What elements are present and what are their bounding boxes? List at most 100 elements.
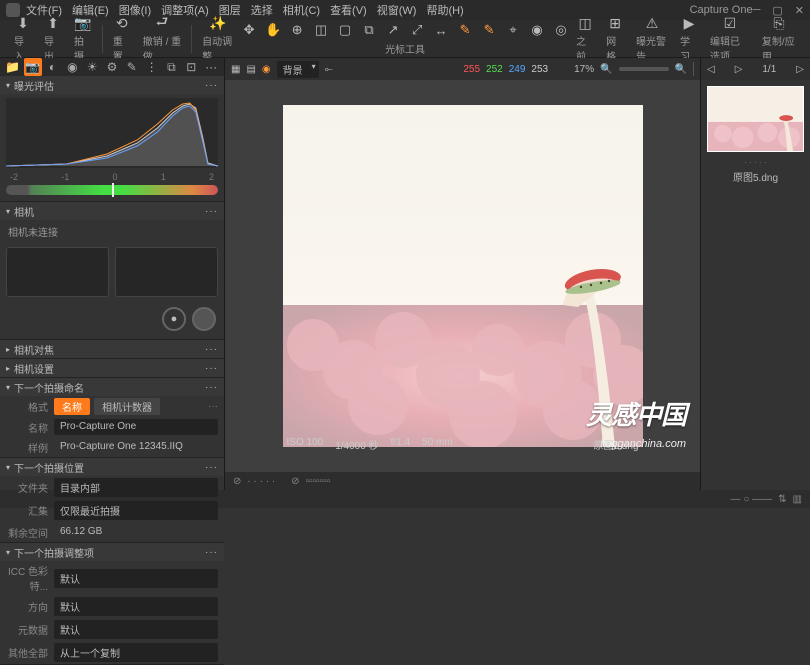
panel-menu[interactable]: ··· [205, 547, 218, 558]
tool-keystone[interactable]: ↗ [384, 21, 402, 39]
copy-apply-button[interactable]: ⎘复制/应用 [756, 14, 802, 63]
camera-status: 相机未连接 [0, 220, 224, 243]
tool-erase[interactable]: ✎ [480, 21, 498, 39]
browser-play-icon[interactable]: ▷ [735, 64, 743, 75]
tool-rect[interactable]: ▢ [336, 21, 354, 39]
view-single-icon[interactable]: ▦ [231, 64, 240, 75]
rating-none-icon[interactable]: ⊘ [233, 476, 241, 487]
thumb-rating[interactable]: · · · · · [701, 158, 810, 167]
tab-batch[interactable]: ⊡ [182, 58, 200, 76]
learn-button[interactable]: ▶学习 [674, 14, 704, 63]
token-counter[interactable]: 相机计数器 [94, 398, 160, 415]
tab-library[interactable]: 📁 [4, 58, 22, 76]
import-button[interactable]: ⬇导入 [8, 14, 38, 63]
histogram-title: 曝光评估 [14, 78, 54, 93]
menu-camera[interactable]: 相机(C) [283, 2, 320, 18]
import-icon: ⬇ [14, 14, 32, 32]
export-icon: ⬆ [44, 14, 62, 32]
tool-move[interactable]: ✥ [240, 21, 258, 39]
name-input[interactable]: Pro-Capture One [54, 419, 218, 435]
icc-select[interactable]: 默认 [54, 569, 218, 588]
other-select[interactable]: 从上一个复制 [54, 643, 218, 662]
camera-title: 相机 [14, 204, 34, 219]
pin-icon[interactable]: ⟜ [325, 64, 333, 75]
grid-button[interactable]: ⊞网格 [600, 14, 630, 63]
browser-sort-icon[interactable]: ⇅ [778, 494, 786, 505]
copy-icon: ⎘ [770, 14, 788, 32]
browser-next-icon[interactable]: ▷ [796, 64, 804, 75]
panel-menu[interactable]: ··· [205, 344, 218, 355]
tab-metadata[interactable]: ⋮ [143, 58, 161, 76]
exposure-meter[interactable] [6, 185, 218, 195]
tool-picker[interactable]: ⌖ [504, 21, 522, 39]
edit-selected-button[interactable]: ☑编辑已选项 [704, 14, 756, 63]
zoom-out-icon[interactable]: 🔍 [600, 64, 612, 75]
tab-lens[interactable]: ◐ [44, 58, 62, 76]
zoom-in-icon[interactable]: 🔍 [675, 64, 687, 75]
thumbnail[interactable] [707, 86, 804, 152]
capture-button[interactable]: 📷拍摄 [68, 14, 98, 63]
shutter-button[interactable] [192, 307, 216, 331]
check-icon: ☑ [721, 14, 739, 32]
zoom-slider[interactable] [619, 67, 669, 71]
before-button[interactable]: ◫之前 [570, 14, 600, 63]
orientation-select[interactable]: 默认 [54, 597, 218, 616]
panel-menu[interactable]: ··· [205, 80, 218, 91]
panel-menu[interactable]: ··· [205, 462, 218, 473]
warning-button[interactable]: ⚠曝光警告 [630, 14, 674, 63]
undo-redo-button[interactable]: ⮐撤销 / 重做 [137, 14, 188, 63]
menu-window[interactable]: 视窗(W) [377, 2, 417, 18]
grid-icon: ⊞ [606, 14, 624, 32]
tool-mask[interactable]: ⧉ [360, 21, 378, 39]
cursor-tools: ✥ ✋ ⊕ ◫ ▢ ⧉ ↗ ⤢ ↔ ✎ ✎ ⌖ ◉ ◎ [240, 21, 570, 39]
auto-adjust-button[interactable]: ✨自动调整 [196, 14, 240, 63]
thumb-size-slider[interactable]: — ○ —— [731, 494, 773, 505]
view-multi-icon[interactable]: ▤ [246, 64, 255, 75]
tabs-menu[interactable]: ··· [202, 58, 220, 76]
tool-hand[interactable]: ✋ [264, 21, 282, 39]
browser-layout-icon[interactable]: ▥ [793, 494, 802, 505]
browser-prev-icon[interactable]: ◁ [707, 64, 715, 75]
tab-output[interactable]: ⧉ [163, 58, 181, 76]
token-name[interactable]: 名称 [54, 398, 90, 415]
tool-annotate[interactable]: ◎ [552, 21, 570, 39]
tab-color[interactable]: ◉ [63, 58, 81, 76]
tool-zoom[interactable]: ⊕ [288, 21, 306, 39]
color-tags[interactable]: ▫▫▫▫▫▫▫ [306, 476, 331, 487]
background-select[interactable]: 背景 [277, 61, 319, 78]
tool-tabs: 📁 📷 ◐ ◉ ☀ ⚙ ✎ ⋮ ⧉ ⊡ ··· [0, 58, 224, 76]
menu-help[interactable]: 帮助(H) [426, 2, 463, 18]
panel-menu[interactable]: ··· [205, 206, 218, 217]
collection-select[interactable]: 仅限最近拍摄 [54, 501, 218, 520]
tool-spot[interactable]: ↔ [432, 21, 450, 39]
metadata-select[interactable]: 默认 [54, 620, 218, 639]
rating-stars[interactable]: · · · · · [247, 476, 275, 487]
panel-menu[interactable]: ··· [205, 363, 218, 374]
adjust-title: 下一个拍摄调整项 [14, 545, 94, 560]
cursor-tools-label: 光标工具 [385, 41, 425, 56]
tab-styles[interactable]: ✎ [123, 58, 141, 76]
histogram [6, 98, 218, 168]
tab-capture[interactable]: 📷 [24, 58, 42, 76]
tool-brush[interactable]: ✎ [456, 21, 474, 39]
panel-menu[interactable]: ··· [205, 382, 218, 393]
tool-rotate[interactable]: ⤢ [408, 21, 426, 39]
color-tag-none-icon[interactable]: ⊘ [291, 476, 299, 487]
folder-select[interactable]: 目录内部 [54, 478, 218, 497]
settings-title: 相机设置 [14, 361, 54, 376]
reset-button[interactable]: ⟲重置 [107, 14, 137, 63]
tool-wb[interactable]: ◉ [528, 21, 546, 39]
export-button[interactable]: ⬆导出 [38, 14, 68, 63]
space-value: 66.12 GB [54, 524, 218, 540]
proof-icon[interactable]: ◉ [262, 64, 271, 75]
preview-box [115, 247, 218, 297]
zoom-value[interactable]: 17% [574, 64, 594, 75]
tab-exposure[interactable]: ☀ [83, 58, 101, 76]
sample-value: Pro-Capture One 12345.IIQ [54, 439, 218, 455]
menu-view[interactable]: 查看(V) [330, 2, 367, 18]
tool-crop[interactable]: ◫ [312, 21, 330, 39]
tokens-menu[interactable]: ··· [208, 401, 218, 412]
record-button[interactable]: ● [162, 307, 186, 331]
menu-select[interactable]: 选择 [251, 2, 273, 18]
tab-details[interactable]: ⚙ [103, 58, 121, 76]
